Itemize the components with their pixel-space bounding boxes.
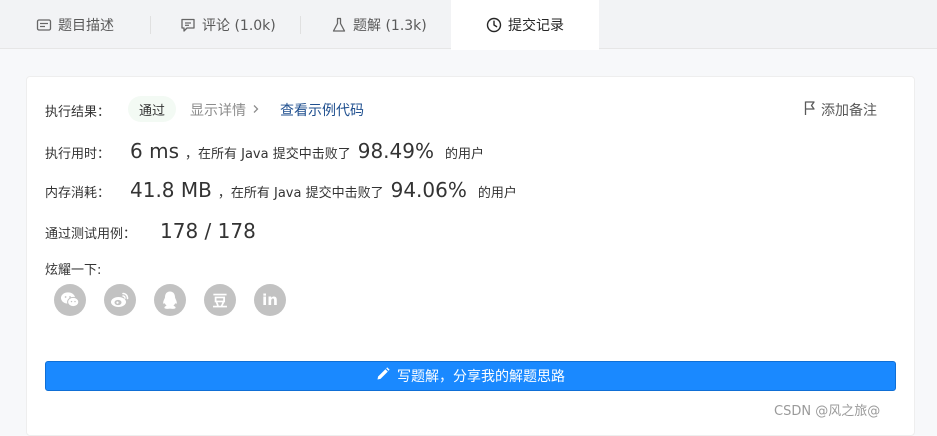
tab-label: 题解 (1.3k) <box>353 17 427 34</box>
douban-icon: 豆 <box>212 291 228 310</box>
memory-row: 内存消耗： 41.8 MB ，在所有 Java 提交中击败了 94.06% 的用… <box>45 178 517 202</box>
result-label: 执行结果： <box>45 105 111 120</box>
tests-label: 通过测试用例： <box>45 227 137 242</box>
share-label: 炫耀一下: <box>45 263 102 278</box>
tab-divider <box>150 16 151 34</box>
runtime-suffix: 的用户 <box>444 147 484 162</box>
tests-value: 178 / 178 <box>160 219 256 243</box>
linkedin-share-button[interactable]: in <box>254 284 286 316</box>
add-note-button[interactable]: 添加备注 <box>803 100 877 120</box>
tab-label: 评论 (1.0k) <box>202 17 276 34</box>
memory-suffix: 的用户 <box>477 186 517 201</box>
tab-solutions[interactable]: 题解 (1.3k) <box>331 0 427 49</box>
flask-icon <box>331 17 347 33</box>
description-icon <box>36 17 52 33</box>
tab-description[interactable]: 题目描述 <box>36 0 114 49</box>
write-solution-label: 写题解，分享我的解题思路 <box>397 369 565 385</box>
chevron-right-icon <box>252 102 260 118</box>
wechat-icon <box>60 291 80 309</box>
qq-icon <box>161 290 179 310</box>
linkedin-icon: in <box>262 291 278 309</box>
memory-description: ，在所有 Java 提交中击败了 <box>217 186 384 201</box>
weibo-share-button[interactable] <box>104 284 136 316</box>
runtime-row: 执行用时： 6 ms ，在所有 Java 提交中击败了 98.49% 的用户 <box>45 139 484 163</box>
status-badge: 通过 <box>128 96 177 122</box>
add-note-label: 添加备注 <box>821 103 877 119</box>
tab-bar: 题目描述 评论 (1.0k) 题解 (1.3k) 提交记录 <box>0 0 937 50</box>
tab-submissions[interactable]: 提交记录 <box>451 0 599 50</box>
weibo-icon <box>110 291 130 309</box>
runtime-label: 执行用时： <box>45 147 111 162</box>
tests-row: 通过测试用例： 178 / 178 <box>45 219 256 243</box>
clock-icon <box>486 17 502 33</box>
tab-divider <box>300 16 301 34</box>
qq-share-button[interactable] <box>154 284 186 316</box>
wechat-share-button[interactable] <box>54 284 86 316</box>
memory-label: 内存消耗： <box>45 186 111 201</box>
tab-label: 提交记录 <box>508 18 564 34</box>
tab-comments[interactable]: 评论 (1.0k) <box>180 0 276 49</box>
pencil-icon <box>376 367 390 385</box>
write-solution-button[interactable]: 写题解，分享我的解题思路 <box>45 361 896 391</box>
show-details-label: 显示详情 <box>190 103 246 119</box>
runtime-description: ，在所有 Java 提交中击败了 <box>184 147 351 162</box>
runtime-percent: 98.49% <box>357 139 434 163</box>
view-sample-code-link[interactable]: 查看示例代码 <box>280 100 364 120</box>
flag-icon <box>803 100 817 120</box>
runtime-value: 6 ms <box>130 139 179 163</box>
comment-icon <box>180 17 196 33</box>
memory-value: 41.8 MB <box>130 178 212 202</box>
douban-share-button[interactable]: 豆 <box>204 284 236 316</box>
tab-label: 题目描述 <box>58 17 114 34</box>
show-details-link[interactable]: 显示详情 <box>190 100 260 120</box>
memory-percent: 94.06% <box>390 178 467 202</box>
watermark: CSDN @风之旅@ <box>774 404 881 419</box>
